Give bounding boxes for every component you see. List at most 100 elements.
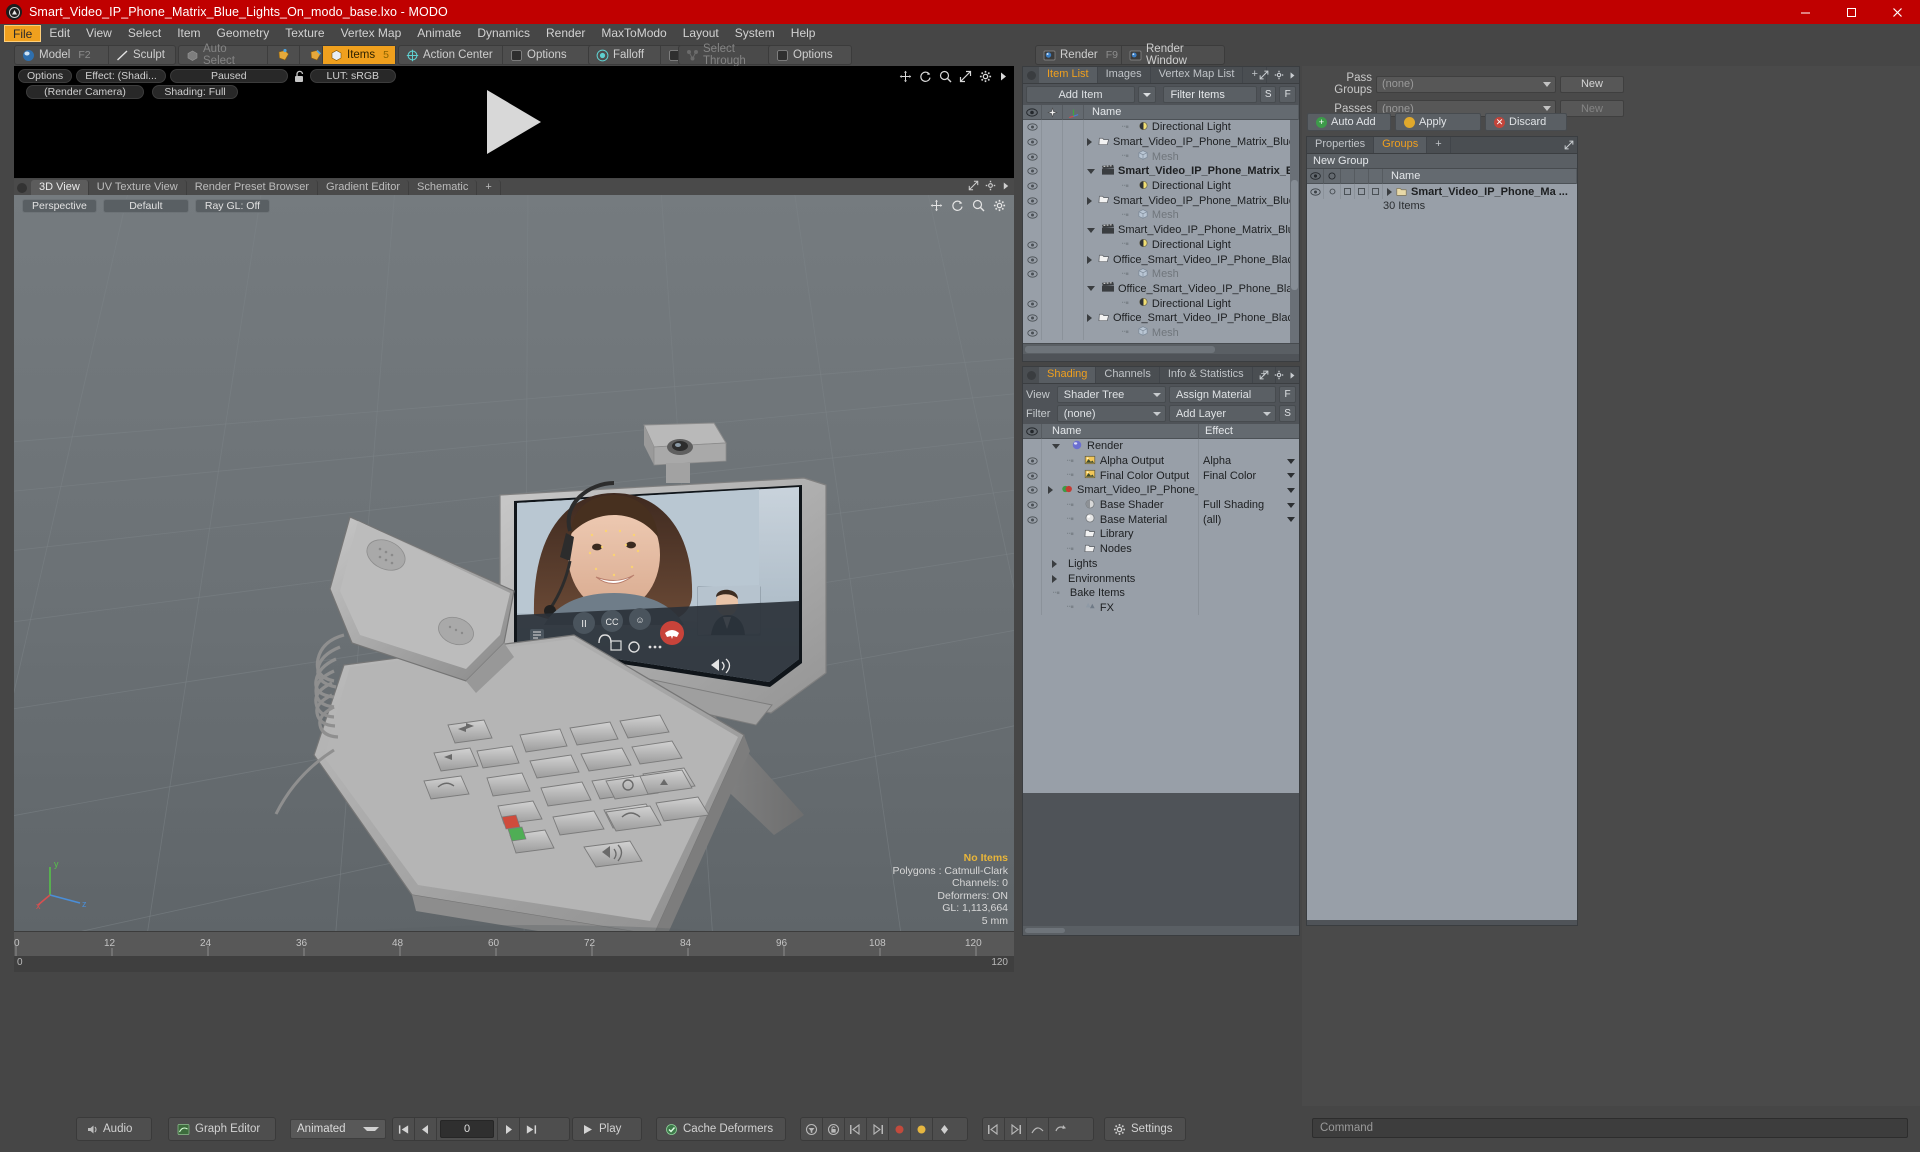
- items-mode-button[interactable]: Items 5: [323, 46, 395, 64]
- render-window-button[interactable]: Render Window: [1122, 43, 1224, 67]
- row-name-cell[interactable]: Office_Smart_Video_IP_Phone_Black_ ...: [1084, 252, 1299, 267]
- row-name-cell[interactable]: ‧‧▪ Directional Light: [1084, 120, 1299, 135]
- shading-row-effect-cell[interactable]: [1199, 586, 1299, 601]
- row-lock-cell[interactable]: [1042, 208, 1063, 223]
- key-filter-icon-button[interactable]: [801, 1118, 823, 1140]
- row-axis-cell[interactable]: [1063, 120, 1084, 135]
- shading-row-eye-icon[interactable]: [1023, 541, 1042, 557]
- item-list-row[interactable]: ‧‧▪ Directional Light: [1023, 120, 1299, 135]
- shading-row-eye-icon[interactable]: [1023, 556, 1042, 572]
- tab-groups[interactable]: Groups: [1374, 137, 1428, 153]
- filter-items-input[interactable]: Filter Items: [1163, 86, 1257, 103]
- row-visibility-eye-icon[interactable]: [1023, 266, 1042, 282]
- first-frame-button[interactable]: [393, 1118, 415, 1140]
- maximize-button[interactable]: [1828, 0, 1874, 24]
- menu-edit[interactable]: Edit: [41, 25, 78, 42]
- shading-row-eye-icon[interactable]: [1023, 527, 1042, 542]
- row-visibility-eye-icon[interactable]: [1023, 164, 1042, 179]
- settings-button[interactable]: Settings: [1105, 1118, 1185, 1140]
- shading-row-effect-cell[interactable]: Alpha: [1199, 454, 1299, 469]
- row-name-cell[interactable]: ‧‧▪ Directional Light: [1084, 296, 1299, 311]
- row-axis-cell[interactable]: [1063, 178, 1084, 194]
- effect-dropdown-arrow-icon[interactable]: [1287, 458, 1295, 464]
- row-name-cell[interactable]: ‧‧▪ Directional Light: [1084, 179, 1299, 194]
- item-list-row[interactable]: Smart_Video_IP_Phone_Matrix_Blue_mo ...: [1023, 222, 1299, 238]
- shading-row-eye-icon[interactable]: [1023, 512, 1042, 528]
- item-list-expand-icon[interactable]: [1289, 69, 1296, 83]
- item-list-row[interactable]: ‧‧▪ Mesh: [1023, 325, 1299, 341]
- menu-system[interactable]: System: [727, 25, 783, 42]
- shading-tree-scroll-thumb[interactable]: [1025, 928, 1065, 933]
- menu-item[interactable]: Item: [169, 25, 208, 42]
- prev-frame-button[interactable]: [415, 1118, 437, 1140]
- row-name-cell[interactable]: ‧‧▪ Directional Light: [1084, 237, 1299, 252]
- next-frame-button[interactable]: [498, 1118, 520, 1140]
- shading-row-name-cell[interactable]: ‧‧▪ Alpha Output: [1042, 453, 1199, 469]
- apply-button[interactable]: Apply: [1395, 113, 1481, 131]
- menu-layout[interactable]: Layout: [675, 25, 727, 42]
- shading-row-eye-icon[interactable]: [1023, 571, 1042, 586]
- shading-maximize-icon[interactable]: [1259, 369, 1269, 383]
- shading-filter-dropdown[interactable]: (none): [1056, 405, 1166, 422]
- expand-toggle-down-icon[interactable]: [1087, 227, 1095, 233]
- render-button[interactable]: Render F9: [1036, 46, 1122, 64]
- row-name-cell[interactable]: Smart_Video_IP_Phone_Matrix_Blue_mo ...: [1084, 223, 1299, 238]
- menu-help[interactable]: Help: [783, 25, 824, 42]
- row-visibility-eye-icon[interactable]: [1023, 178, 1042, 194]
- item-list-hscroll-thumb[interactable]: [1025, 346, 1215, 353]
- audio-button[interactable]: Audio: [77, 1118, 151, 1140]
- tab-shading[interactable]: Shading: [1039, 367, 1097, 383]
- animated-dropdown[interactable]: Animated: [290, 1119, 386, 1139]
- assign-material-button[interactable]: Assign Material: [1168, 386, 1277, 403]
- row-lock-cell[interactable]: [1042, 222, 1063, 238]
- render-effect-dropdown[interactable]: Effect: (Shadi...: [76, 69, 166, 83]
- expand-toggle-right-icon[interactable]: [1052, 559, 1057, 568]
- shading-tree-row[interactable]: ‧‧▪ Library: [1023, 527, 1299, 542]
- gear-icon[interactable]: [979, 70, 992, 83]
- render-shading-dropdown[interactable]: Shading: Full: [152, 85, 238, 99]
- shading-tree-row[interactable]: Environments: [1023, 571, 1299, 586]
- menu-select[interactable]: Select: [120, 25, 169, 42]
- row-visibility-eye-icon[interactable]: [1023, 237, 1042, 253]
- item-list-row[interactable]: ‧‧▪ Mesh: [1023, 149, 1299, 165]
- key-prev-icon-button[interactable]: [845, 1118, 867, 1140]
- expand-toggle-down-icon[interactable]: [1052, 443, 1060, 449]
- shading-f-button[interactable]: F: [1279, 386, 1296, 403]
- add-layer-dropdown[interactable]: Add Layer: [1168, 405, 1277, 422]
- current-frame-input[interactable]: 0: [440, 1120, 494, 1138]
- expand-toggle-right-icon[interactable]: [1087, 255, 1092, 264]
- row-axis-cell[interactable]: [1063, 149, 1084, 165]
- tab-3d-view[interactable]: 3D View: [31, 180, 89, 195]
- track-right-icon-button[interactable]: [1005, 1118, 1027, 1140]
- expand-toggle-down-icon[interactable]: [1087, 168, 1095, 174]
- menu-animate[interactable]: Animate: [409, 25, 469, 42]
- row-name-cell[interactable]: Smart_Video_IP_Phone_Matrix_Blue (2): [1084, 193, 1299, 208]
- item-list-horizontal-scrollbar[interactable]: [1023, 343, 1299, 354]
- shading-row-name-cell[interactable]: ‧‧▪ Library: [1042, 527, 1199, 542]
- fit-icon[interactable]: [959, 70, 972, 83]
- pan-icon[interactable]: [899, 70, 912, 83]
- row-lock-cell[interactable]: [1042, 237, 1063, 253]
- item-list-f-button[interactable]: F: [1279, 86, 1296, 103]
- zoom-icon[interactable]: [939, 70, 952, 83]
- track-left-icon-button[interactable]: [983, 1118, 1005, 1140]
- shading-row-eye-icon[interactable]: [1023, 483, 1042, 498]
- shading-row-effect-cell[interactable]: [1199, 542, 1299, 557]
- row-name-cell[interactable]: Office_Smart_Video_IP_Phone_Black_Lig ..…: [1084, 281, 1299, 296]
- row-lock-cell[interactable]: [1042, 325, 1063, 341]
- item-list-s-button[interactable]: S: [1259, 86, 1277, 103]
- key-add-icon-button[interactable]: [889, 1118, 911, 1140]
- frame-field-wrap[interactable]: 0: [437, 1118, 498, 1140]
- graph-editor-button[interactable]: Graph Editor: [169, 1118, 275, 1140]
- track-loop-icon-button[interactable]: [1049, 1118, 1071, 1140]
- shading-tree-row[interactable]: Lights: [1023, 556, 1299, 572]
- row-visibility-eye-icon[interactable]: [1023, 252, 1042, 267]
- effect-dropdown-arrow-icon[interactable]: [1287, 487, 1295, 493]
- render-play-overlay-icon[interactable]: [487, 90, 541, 154]
- row-axis-cell[interactable]: [1063, 310, 1084, 326]
- shading-tree[interactable]: Render ‧‧▪ Alpha Output Alpha ‧‧▪ Final Color…: [1023, 439, 1299, 793]
- pass-groups-dropdown[interactable]: (none): [1376, 75, 1556, 93]
- row-name-cell[interactable]: ‧‧▪ Mesh: [1084, 325, 1299, 340]
- key-next-icon-button[interactable]: [867, 1118, 889, 1140]
- shading-row-eye-icon[interactable]: [1023, 468, 1042, 484]
